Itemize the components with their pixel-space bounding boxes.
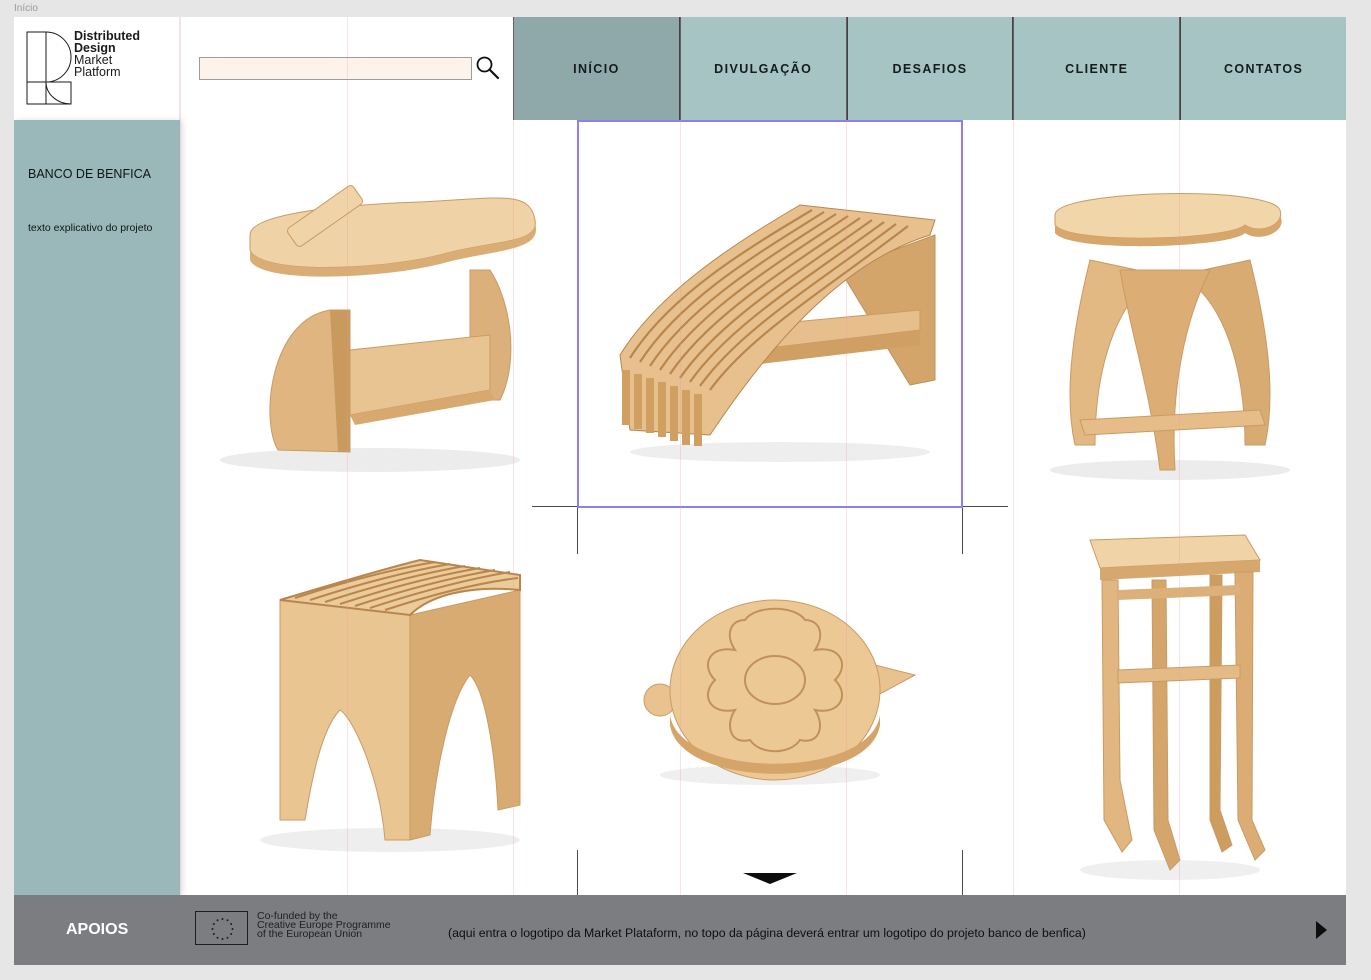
project-description: texto explicativo do projeto	[28, 222, 153, 234]
supporters-title: APOIOS	[66, 921, 129, 938]
round-stool-image	[1050, 193, 1290, 480]
guide-line	[532, 506, 1008, 507]
guide-line	[962, 850, 963, 895]
gallery-item-slatted-arch-stool[interactable]	[240, 540, 550, 860]
gallery-item-slatted-wave-bench[interactable]	[590, 180, 950, 480]
sidebar: BANCO DE BENFICA texto explicativo do pr…	[14, 120, 180, 895]
nav-item-inicio[interactable]: INÍCIO	[513, 17, 679, 120]
logo-text-line4: Platform	[74, 65, 121, 79]
gallery-item-round-flat-pack-seat[interactable]	[620, 580, 920, 820]
nav-item-desafios[interactable]: DESAFIOS	[845, 17, 1013, 120]
scroll-down-arrow-icon[interactable]	[743, 873, 797, 884]
project-title: BANCO DE BENFICA	[28, 167, 151, 181]
stool-with-rack-image	[220, 185, 537, 472]
nav-item-contatos[interactable]: CONTATOS	[1179, 17, 1346, 120]
nav-item-divulgacao[interactable]: DIVULGAÇÃO	[678, 17, 846, 120]
frame-label: Início	[14, 3, 38, 14]
main-nav: INÍCIO DIVULGAÇÃO DESAFIOS CLIENTE CONTA…	[513, 17, 1346, 120]
guide-line	[577, 850, 578, 895]
search-icon	[476, 56, 500, 80]
guide-line	[962, 508, 963, 554]
gallery-item-tall-bar-stool[interactable]	[1060, 520, 1280, 890]
bar-stool-image	[1080, 534, 1266, 880]
nav-item-cliente[interactable]: CLIENTE	[1012, 17, 1180, 120]
logo-mark-icon	[26, 31, 72, 105]
footer: APOIOS Co-funded by the Creative Europe …	[14, 895, 1346, 965]
gallery-item-stool-with-magazine-rack[interactable]	[200, 160, 560, 480]
eu-flag-logo	[195, 911, 248, 945]
eu-stars-icon	[211, 918, 234, 940]
search-button[interactable]	[474, 55, 502, 83]
guide-line	[577, 508, 578, 554]
page-frame: Distributed Design Market Platform INÍCI…	[14, 17, 1346, 965]
eu-cofunded-text: Co-funded by the Creative Europe Program…	[257, 911, 391, 940]
product-gallery	[180, 120, 1346, 895]
eu-text-line3: of the European Union	[257, 928, 363, 940]
gallery-item-round-arched-stool[interactable]	[1010, 170, 1330, 490]
round-seat-image	[643, 599, 917, 785]
slatted-bench-image	[619, 204, 936, 462]
slatted-stool-image	[260, 558, 521, 852]
logo[interactable]: Distributed Design Market Platform	[14, 17, 180, 120]
search-input[interactable]	[199, 57, 472, 80]
search-area	[180, 17, 513, 120]
footer-note: (aqui entra o logotipo da Market Platafo…	[448, 926, 1086, 940]
next-arrow-icon[interactable]	[1316, 921, 1327, 939]
